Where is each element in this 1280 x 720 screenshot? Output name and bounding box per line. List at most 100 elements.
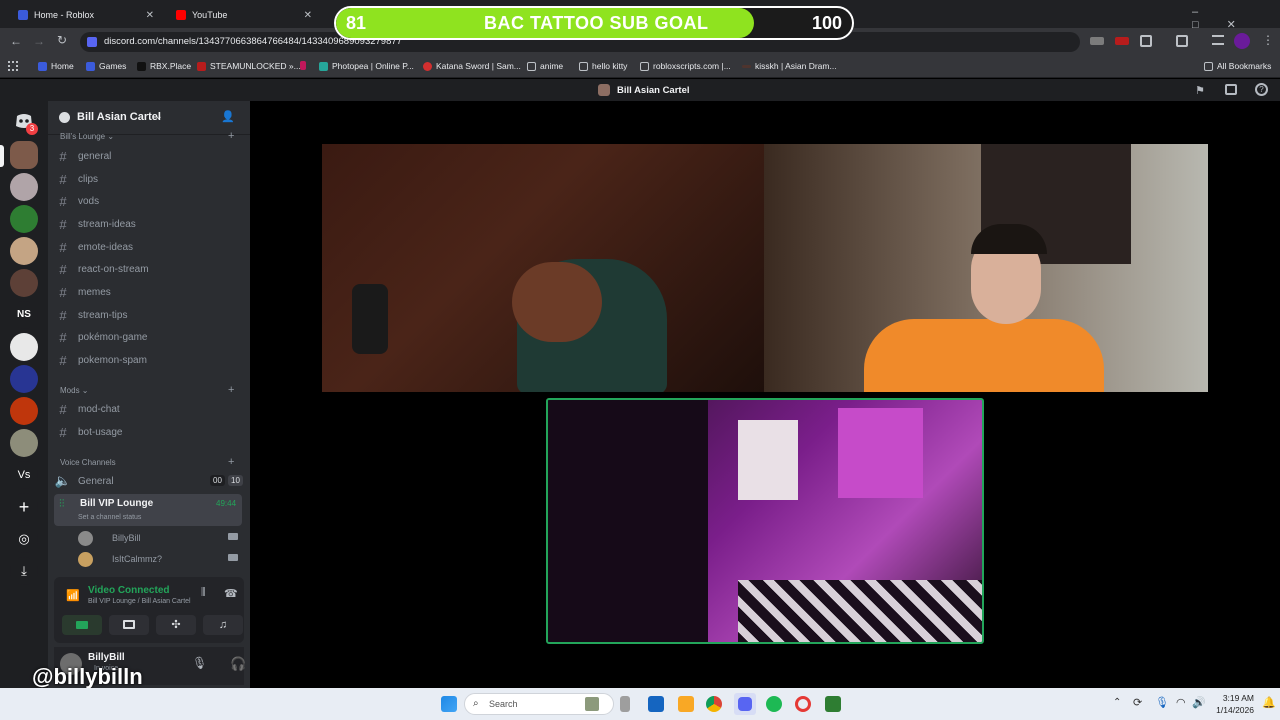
channel-stream-tips[interactable]: # stream-tips: [54, 305, 242, 325]
server-icon[interactable]: [10, 173, 38, 201]
bookmark-item[interactable]: robloxscripts.com |...: [640, 61, 731, 71]
create-channel-icon[interactable]: +: [228, 384, 234, 396]
inbox-icon[interactable]: [1225, 84, 1237, 95]
add-server-icon[interactable]: +: [10, 493, 38, 521]
clock-time[interactable]: 3:19 AM: [1216, 693, 1254, 703]
screen-share-button[interactable]: [109, 615, 149, 635]
profile-avatar[interactable]: [1234, 33, 1250, 49]
extensions-puzzle-icon[interactable]: [1140, 35, 1152, 47]
opera-icon[interactable]: [795, 696, 811, 712]
bookmark-item[interactable]: Photopea | Online P...: [319, 61, 414, 71]
video-tile[interactable]: [764, 144, 1208, 392]
channel-stream-ideas[interactable]: # stream-ideas: [54, 214, 242, 234]
invite-people-icon[interactable]: 👤: [221, 110, 235, 123]
headphones-icon[interactable]: 🎧: [230, 656, 246, 672]
discover-icon[interactable]: ◎: [10, 525, 38, 553]
cast-icon[interactable]: [1176, 35, 1188, 47]
channel-emote-ideas[interactable]: # emote-ideas: [54, 237, 242, 257]
tab-youtube[interactable]: YouTube ✕: [166, 4, 318, 26]
channel-react-on-stream[interactable]: # react-on-stream: [54, 259, 242, 279]
channel-mod-chat[interactable]: # mod-chat: [54, 399, 242, 419]
category-header[interactable]: Mods ⌄: [60, 386, 89, 395]
video-tile[interactable]: [322, 144, 764, 392]
chevron-up-icon[interactable]: ⌃: [1113, 697, 1121, 708]
category-header[interactable]: Bill's Lounge ⌄: [60, 132, 114, 141]
server-icon[interactable]: [10, 269, 38, 297]
create-channel-icon[interactable]: +: [228, 456, 234, 468]
taskbar-search[interactable]: ⌕ Search: [464, 693, 614, 715]
video-tile-speaking[interactable]: [546, 398, 984, 644]
bookmark-folder[interactable]: anime: [527, 61, 563, 71]
server-icon[interactable]: [10, 237, 38, 265]
chrome-icon[interactable]: [706, 696, 722, 712]
apps-grid-icon[interactable]: [8, 61, 18, 71]
direct-messages-icon[interactable]: 3: [10, 107, 38, 135]
server-icon-ns[interactable]: NS: [10, 301, 38, 329]
server-icon[interactable]: [10, 205, 38, 233]
voice-channel-vip-lounge[interactable]: ⫶⫶ Bill VIP Lounge 49:44 Set a channel s…: [54, 494, 242, 526]
channel-bot-usage[interactable]: # bot-usage: [54, 422, 242, 442]
reading-list-icon[interactable]: [1212, 35, 1224, 45]
channel-vods[interactable]: # vods: [54, 191, 242, 211]
clock-date[interactable]: 1/14/2026: [1210, 705, 1254, 715]
forward-icon[interactable]: →: [33, 34, 45, 48]
file-explorer-icon[interactable]: [678, 696, 694, 712]
server-icon-bill-asian-cartel[interactable]: [10, 141, 38, 169]
channel-pokemon-spam[interactable]: # pokemon-spam: [54, 350, 242, 370]
bookmark-item[interactable]: Home: [38, 61, 74, 71]
help-icon[interactable]: ?: [1255, 83, 1268, 96]
server-icon[interactable]: [10, 333, 38, 361]
channel-clips[interactable]: # clips: [54, 169, 242, 189]
volume-icon[interactable]: 🔊: [1192, 696, 1206, 709]
all-bookmarks[interactable]: All Bookmarks: [1204, 61, 1271, 71]
extension-icon[interactable]: [1115, 37, 1129, 45]
video-toggle-button[interactable]: [62, 615, 102, 635]
channel-memes[interactable]: # memes: [54, 282, 242, 302]
server-header[interactable]: Bill Asian Cartel ⌄ 👤: [48, 101, 250, 135]
download-icon[interactable]: ⤓: [10, 557, 38, 585]
microphone-icon[interactable]: 🎙: [1155, 696, 1169, 709]
create-channel-icon[interactable]: +: [228, 130, 234, 142]
noise-suppression-icon[interactable]: ⫼: [201, 587, 206, 598]
app-icon[interactable]: [825, 696, 841, 712]
extension-icon[interactable]: [1090, 37, 1104, 45]
channel-pokemon-game[interactable]: # pokémon-game: [54, 327, 242, 347]
flag-icon[interactable]: ⚑: [1195, 84, 1205, 97]
close-icon[interactable]: ✕: [146, 10, 154, 21]
close-icon[interactable]: ✕: [304, 10, 312, 21]
server-icon[interactable]: [10, 429, 38, 457]
server-icon[interactable]: [10, 365, 38, 393]
channel-status[interactable]: Set a channel status: [78, 514, 141, 521]
wifi-icon[interactable]: ◠: [1176, 696, 1186, 709]
tab-roblox[interactable]: Home - Roblox ✕: [8, 4, 160, 26]
username[interactable]: BillyBill: [88, 652, 125, 663]
bookmark-item[interactable]: STEAMUNLOCKED »...: [197, 61, 301, 71]
connection-status[interactable]: Video Connected: [88, 585, 170, 596]
voice-member[interactable]: BillyBill: [78, 529, 242, 549]
server-icon-vs[interactable]: Vs: [10, 461, 38, 489]
disconnect-icon[interactable]: ☎: [224, 587, 238, 600]
windows-start-icon[interactable]: [441, 696, 457, 712]
category-header[interactable]: Voice Channels: [60, 458, 116, 467]
sync-icon[interactable]: ⟳: [1133, 696, 1142, 709]
menu-icon[interactable]: ⋮: [1262, 33, 1274, 47]
microphone-icon[interactable]: 🎙: [192, 656, 207, 670]
voice-channel-general[interactable]: 🔈 General 00 10: [54, 471, 243, 491]
notification-bell-icon[interactable]: 🔔: [1262, 696, 1276, 709]
bookmark-folder[interactable]: hello kitty: [579, 61, 627, 71]
bookmark-item[interactable]: RBX.Place: [137, 61, 191, 71]
discord-taskbar-icon[interactable]: [734, 693, 756, 715]
task-view-icon[interactable]: [620, 696, 630, 712]
bookmark-item[interactable]: kisskh | Asian Dram...: [742, 61, 837, 71]
back-icon[interactable]: ←: [10, 34, 22, 48]
bookmark-item[interactable]: [300, 61, 310, 70]
connection-location[interactable]: Bill VIP Lounge / Bill Asian Cartel: [88, 598, 191, 605]
soundboard-button[interactable]: ♫: [203, 615, 243, 635]
bookmark-item[interactable]: Games: [86, 61, 126, 71]
server-icon[interactable]: [10, 397, 38, 425]
widgets-icon[interactable]: [648, 696, 664, 712]
channel-general[interactable]: # general: [54, 146, 242, 166]
spotify-icon[interactable]: [766, 696, 782, 712]
bookmark-item[interactable]: Katana Sword | Sam...: [423, 61, 521, 71]
voice-member[interactable]: IsItCalmmz?: [78, 550, 242, 570]
